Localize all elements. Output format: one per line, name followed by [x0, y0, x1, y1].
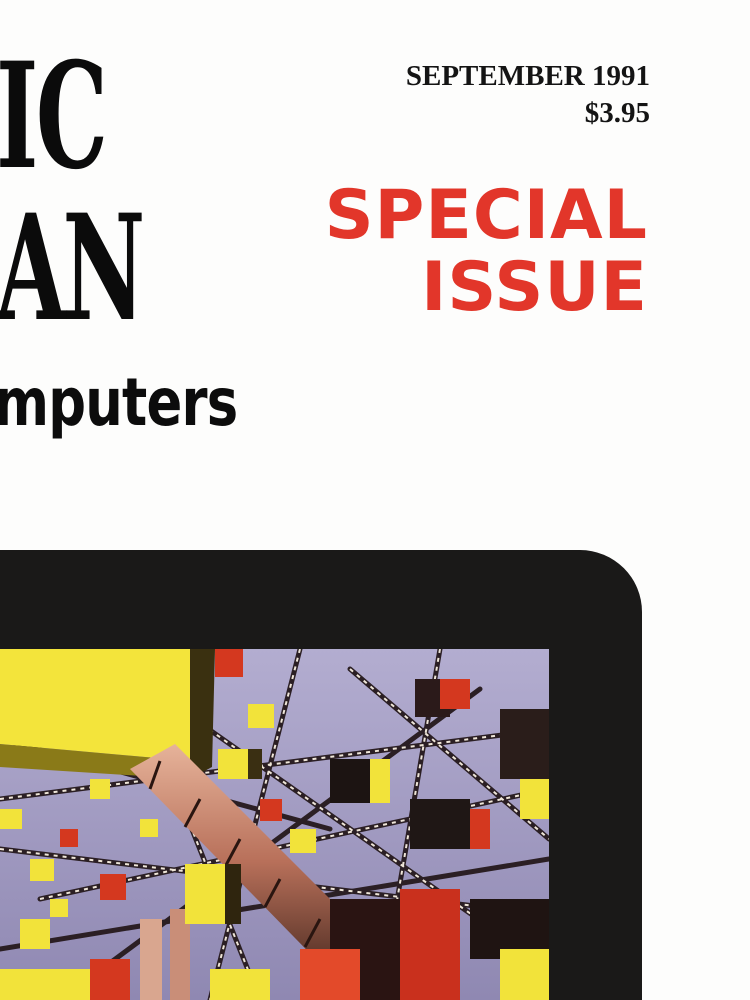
issue-date: SEPTEMBER 1991 [405, 60, 650, 92]
magazine-cover: IC AN SEPTEMBER 1991 $3.95 SPECIAL ISSUE… [0, 0, 750, 1000]
screen-graphic [0, 649, 549, 1000]
special-issue-banner: SPECIAL ISSUE [325, 180, 648, 324]
special-line-2: ISSUE [421, 248, 648, 327]
issue-info: SEPTEMBER 1991 $3.95 [406, 58, 650, 132]
monitor-screen [0, 649, 549, 1000]
issue-price: $3.95 [584, 97, 650, 129]
masthead-line-2: AN [0, 183, 145, 354]
masthead-line-1: IC [0, 31, 108, 202]
cover-topic: mputers [0, 364, 238, 441]
special-line-1: SPECIAL [324, 176, 648, 255]
